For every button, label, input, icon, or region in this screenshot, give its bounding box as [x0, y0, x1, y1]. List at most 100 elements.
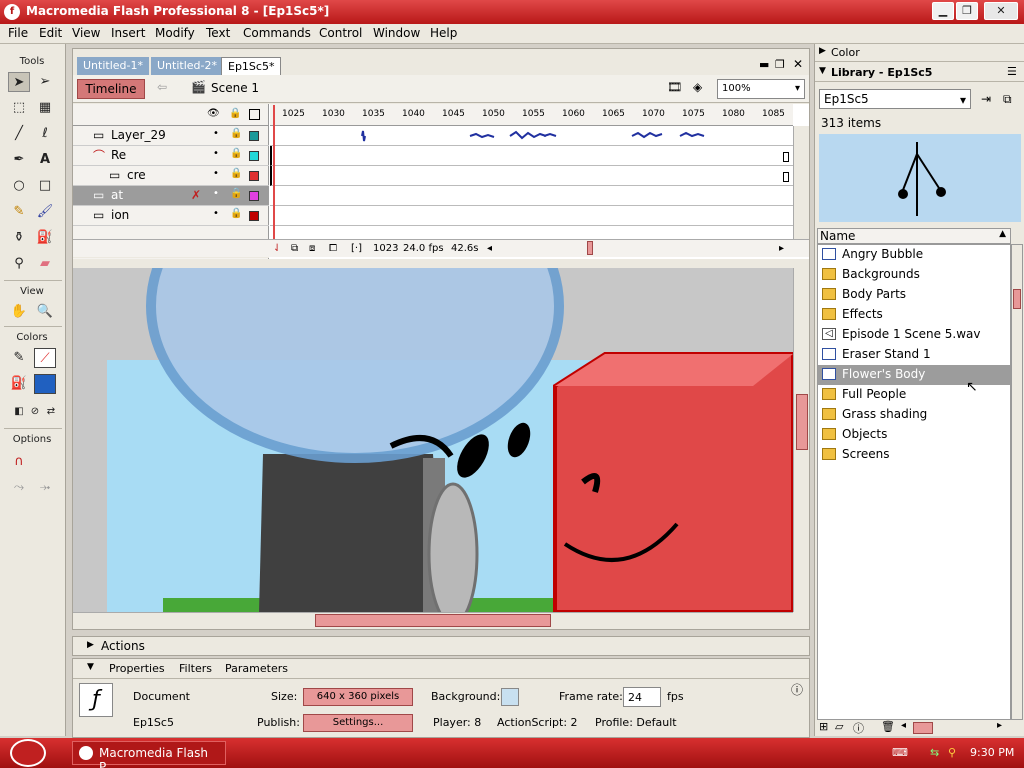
color-panel-header[interactable]: ▶ Color: [815, 44, 1024, 62]
list-item-selected[interactable]: Flower's Body: [818, 365, 1010, 385]
timeline-scrollbar[interactable]: [793, 126, 809, 240]
frame-row[interactable]: [270, 146, 793, 166]
frame-row[interactable]: [270, 166, 793, 186]
menu-control[interactable]: Control: [319, 26, 362, 40]
selection-arrow-icon[interactable]: ➤: [8, 72, 30, 92]
lasso-icon[interactable]: ℓ: [34, 124, 56, 144]
list-item[interactable]: Grass shading: [818, 405, 1010, 425]
list-item[interactable]: ◁ Episode 1 Scene 5.wav: [818, 325, 1010, 345]
background-color-swatch[interactable]: [501, 688, 519, 706]
layer-row[interactable]: ▭ cre • 🔒: [73, 166, 269, 186]
menu-commands[interactable]: Commands: [243, 26, 311, 40]
stage-vscroll-thumb[interactable]: [796, 394, 808, 450]
ink-bottle-icon[interactable]: ⚱: [8, 228, 30, 248]
layer-color-swatch[interactable]: [249, 191, 259, 201]
lock-icon[interactable]: 🔒: [230, 168, 242, 179]
size-button[interactable]: 640 x 360 pixels: [303, 688, 413, 706]
help-icon[interactable]: ⓘ: [791, 681, 803, 698]
list-item[interactable]: Backgrounds: [818, 265, 1010, 285]
library-scroll-thumb[interactable]: [1013, 289, 1021, 309]
doc-minimize-icon[interactable]: ▬: [759, 58, 769, 71]
layer-color-swatch[interactable]: [249, 131, 259, 141]
library-panel-header[interactable]: ▼ Library - Ep1Sc5 ☰: [815, 64, 1024, 82]
stage[interactable]: [73, 268, 793, 612]
swap-colors-icon[interactable]: ⇄: [40, 402, 62, 422]
onion-outline-icon[interactable]: ⧈: [309, 243, 315, 254]
restore-button[interactable]: ❐: [956, 2, 978, 20]
search-icon[interactable]: ⚲: [948, 746, 956, 759]
stroke-color-swatch[interactable]: ⟋: [34, 348, 56, 368]
settings-button[interactable]: Settings...: [303, 714, 413, 732]
stage-hscroll-thumb[interactable]: [315, 614, 551, 627]
list-item[interactable]: Body Parts: [818, 285, 1010, 305]
menu-insert[interactable]: Insert: [111, 26, 145, 40]
visible-dot[interactable]: •: [213, 128, 219, 139]
pencil-icon[interactable]: ✎: [8, 202, 30, 222]
frame-row[interactable]: [270, 206, 793, 226]
menu-text[interactable]: Text: [206, 26, 230, 40]
minimize-button[interactable]: ▁: [932, 2, 954, 20]
doc-restore-icon[interactable]: ❐: [775, 58, 785, 71]
center-frame-icon[interactable]: ⇃: [273, 243, 281, 254]
gradient-transform-icon[interactable]: ▦: [34, 98, 56, 118]
taskbar-app-button[interactable]: Macromedia Flash P...: [72, 741, 226, 768]
subselection-icon[interactable]: ➢: [34, 72, 56, 92]
tab-ep1sc5[interactable]: Ep1Sc5*: [221, 57, 282, 75]
delete-icon[interactable]: 🗑: [881, 720, 895, 733]
frame-rate-input[interactable]: 24: [623, 687, 661, 707]
layer-row-selected[interactable]: ▭ at ✗ • 🔒: [73, 186, 269, 206]
tab-filters[interactable]: Filters: [179, 662, 212, 675]
menu-edit[interactable]: Edit: [39, 26, 62, 40]
scroll-right-icon[interactable]: ▸: [997, 720, 1002, 731]
doc-close-icon[interactable]: ✕: [793, 57, 803, 71]
collapse-arrow-icon[interactable]: ▼: [87, 662, 94, 672]
stage-vertical-scrollbar[interactable]: [793, 268, 809, 612]
start-button[interactable]: [10, 739, 46, 767]
layer-color-swatch[interactable]: [249, 211, 259, 221]
sort-icon[interactable]: ▲: [999, 229, 1006, 239]
panel-menu-icon[interactable]: ☰: [1007, 65, 1017, 78]
library-scrollbar[interactable]: [1011, 244, 1023, 720]
zoom-select[interactable]: 100% ▾: [717, 79, 805, 99]
keyframe-end[interactable]: [783, 152, 789, 162]
timeline-button[interactable]: Timeline: [77, 79, 145, 99]
menu-help[interactable]: Help: [430, 26, 457, 40]
properties-icon[interactable]: ⓘ: [853, 720, 864, 736]
frame-row[interactable]: [270, 126, 793, 146]
frame-ruler[interactable]: 1025 1030 1035 1040 1045 1050 1055 1060 1065 1070…: [270, 104, 793, 126]
frame-row[interactable]: [270, 186, 793, 206]
scroll-left-icon[interactable]: ◂: [901, 720, 906, 731]
tab-properties[interactable]: Properties: [109, 662, 165, 675]
stage-horizontal-scrollbar[interactable]: [73, 612, 793, 628]
lock-icon[interactable]: 🔒: [230, 148, 242, 159]
tab-untitled-2[interactable]: Untitled-2*: [151, 57, 223, 75]
menu-view[interactable]: View: [72, 26, 100, 40]
layer-row[interactable]: ⌒ Re • 🔒: [73, 146, 269, 166]
library-hscroll-thumb[interactable]: [913, 722, 933, 734]
new-folder-icon[interactable]: ▱: [835, 720, 843, 733]
back-arrow-icon[interactable]: ⇦: [157, 80, 167, 94]
menu-window[interactable]: Window: [373, 26, 420, 40]
expand-arrow-icon[interactable]: ▶: [87, 640, 94, 650]
expand-arrow-icon[interactable]: ▶: [819, 46, 826, 56]
zoom-icon[interactable]: 🔍: [34, 302, 56, 322]
eyedropper-icon[interactable]: ⚲: [8, 254, 30, 274]
keyboard-icon[interactable]: ⌨: [892, 746, 908, 759]
onion-markers-icon[interactable]: [·]: [351, 243, 362, 254]
free-transform-icon[interactable]: ⬚: [8, 98, 30, 118]
edit-multiple-icon[interactable]: ⧠: [329, 243, 337, 254]
brush-icon[interactable]: 🖌: [34, 202, 56, 222]
edit-scene-icon[interactable]: 🎞: [667, 80, 682, 94]
lock-icon[interactable]: 🔒: [229, 108, 241, 119]
library-document-select[interactable]: Ep1Sc5 ▾: [819, 89, 971, 109]
text-tool-icon[interactable]: A: [34, 150, 56, 170]
straighten-icon[interactable]: ⤞: [34, 478, 56, 498]
layer-color-swatch[interactable]: [249, 171, 259, 181]
lock-icon[interactable]: 🔒: [230, 208, 242, 219]
visible-dot[interactable]: •: [213, 208, 219, 219]
layer-color-swatch[interactable]: [249, 151, 259, 161]
list-item[interactable]: Eraser Stand 1: [818, 345, 1010, 365]
list-item[interactable]: Objects: [818, 425, 1010, 445]
keyframe-end[interactable]: [783, 172, 789, 182]
flash-logo-icon[interactable]: f: [4, 4, 20, 20]
